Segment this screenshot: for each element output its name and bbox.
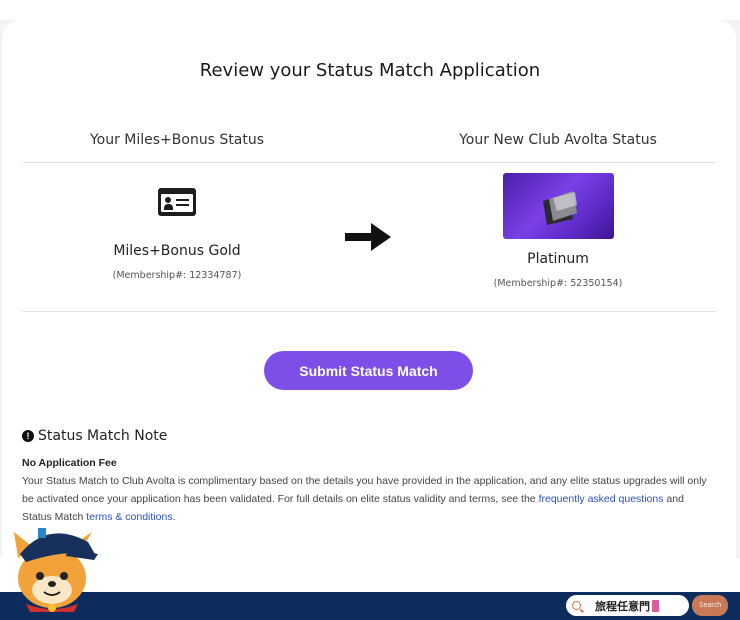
search-icon (572, 601, 581, 610)
divider (22, 311, 716, 312)
no-fee-subheading: No Application Fee (22, 457, 117, 469)
current-tier-name: Miles+Bonus Gold (113, 243, 241, 259)
footer-spacer (0, 558, 740, 592)
note-body: Your Status Match to Club Avolta is comp… (22, 472, 716, 526)
cat-mascot-icon[interactable] (8, 518, 100, 614)
new-status-heading: Your New Club Avolta Status (459, 132, 657, 148)
search-input[interactable]: 旅程任意門 (566, 595, 689, 616)
current-membership-number: (Membership#: 12334787) (112, 270, 242, 281)
current-status-heading: Your Miles+Bonus Status (89, 132, 265, 148)
door-icon (652, 599, 659, 612)
top-strip (0, 0, 740, 20)
new-tier-name: Platinum (527, 251, 589, 267)
right-arrow-icon (345, 223, 391, 251)
search-button[interactable]: Search (692, 595, 728, 616)
divider (22, 162, 716, 163)
exclamation-circle-icon: ! (22, 430, 34, 442)
faq-link[interactable]: frequently asked questions (539, 493, 664, 505)
note-text: . (172, 511, 176, 523)
note-heading: ! Status Match Note (22, 428, 167, 444)
new-membership-number: (Membership#: 52350154) (493, 278, 623, 289)
page-title: Review your Status Match Application (199, 60, 541, 81)
note-heading-text: Status Match Note (38, 428, 168, 444)
submit-status-match-button[interactable]: Submit Status Match (264, 351, 473, 390)
id-card-icon (158, 188, 196, 216)
platinum-card-image (503, 173, 614, 239)
search-text: 旅程任意門 (595, 599, 650, 613)
